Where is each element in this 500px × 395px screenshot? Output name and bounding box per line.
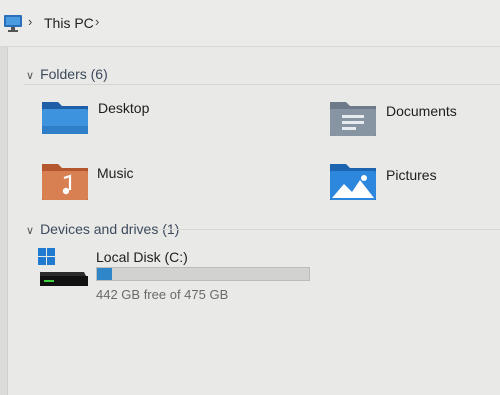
drive-usage-fill [97,268,112,280]
drive-free-space-text: 442 GB free of 475 GB [96,287,229,302]
folder-label: Documents [386,103,457,119]
folder-label: Music [97,165,134,181]
folders-section-header[interactable]: ∨ Folders (6) [26,66,108,82]
section-divider [24,84,500,85]
folders-header-label: Folders (6) [40,66,108,82]
this-pc-icon[interactable] [3,14,23,37]
drive-usage-bar [96,267,310,281]
breadcrumb-item-this-pc[interactable]: This PC [44,15,94,31]
pictures-folder-icon [328,162,378,207]
navigation-pane-edge [0,47,8,395]
folder-tile-documents[interactable]: Documents [328,98,500,142]
desktop-folder-icon [40,96,90,141]
drive-label[interactable]: Local Disk (C:) [96,249,188,265]
section-divider [156,229,500,230]
folder-tile-desktop[interactable]: Desktop [40,96,300,140]
folder-tile-pictures[interactable]: Pictures [328,162,500,206]
folder-label: Desktop [98,100,150,116]
chevron-down-icon: ∨ [26,225,35,237]
documents-folder-icon [328,98,378,143]
local-disk-icon [36,246,90,295]
music-folder-icon [40,160,90,207]
folder-tile-music[interactable]: Music [40,160,300,204]
folder-label: Pictures [386,167,437,183]
breadcrumb-chevron-icon[interactable]: › [28,14,32,29]
chevron-down-icon: ∨ [26,70,35,82]
address-bar[interactable]: › This PC › [0,0,500,47]
breadcrumb-chevron-icon[interactable]: › [95,14,99,29]
